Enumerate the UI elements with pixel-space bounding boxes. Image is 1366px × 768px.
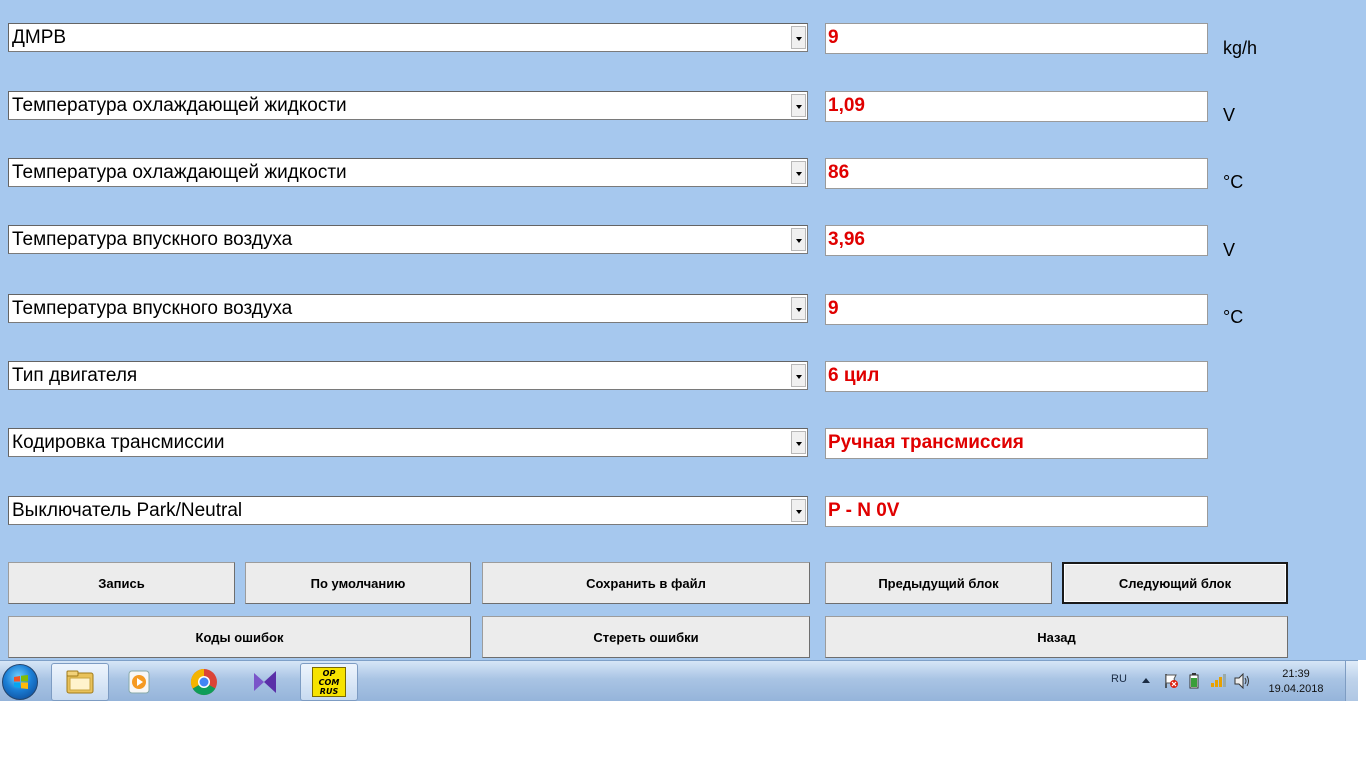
opcom-icon-line: RUS bbox=[319, 687, 339, 696]
action-center-flag-icon[interactable] bbox=[1163, 673, 1179, 689]
parameter-select-text: Температура охлаждающей жидкости bbox=[12, 162, 347, 183]
parameter-select-text: Выключатель Park/Neutral bbox=[12, 500, 243, 521]
parameter-value-text: P - N 0V bbox=[828, 500, 900, 521]
parameter-select[interactable]: Выключатель Park/Neutral bbox=[8, 496, 808, 525]
parameter-value-text: 6 цил bbox=[828, 365, 880, 386]
parameter-unit: kg/h bbox=[1223, 38, 1258, 58]
parameter-unit: °C bbox=[1223, 172, 1244, 192]
parameter-unit: V bbox=[1223, 240, 1236, 260]
parameter-value: 86 bbox=[825, 158, 1208, 189]
parameter-value: 6 цил bbox=[825, 361, 1208, 392]
chevron-down-icon[interactable] bbox=[791, 161, 806, 184]
parameter-select[interactable]: Тип двигателя bbox=[8, 361, 808, 390]
media-player-icon bbox=[128, 670, 150, 694]
chevron-down-icon[interactable] bbox=[791, 499, 806, 522]
parameter-select[interactable]: Температура впускного воздуха bbox=[8, 294, 808, 323]
file-explorer-icon bbox=[66, 670, 94, 694]
chevron-down-icon[interactable] bbox=[791, 94, 806, 117]
parameter-value: 9 bbox=[825, 294, 1208, 325]
chevron-down-icon[interactable] bbox=[791, 26, 806, 49]
volume-icon[interactable] bbox=[1234, 673, 1252, 689]
opcom-icon-line: OP bbox=[322, 669, 336, 678]
taskbar: OP COM RUS RU 21:39 19.04.2018 bbox=[0, 660, 1358, 701]
opcom-window: ДМРВ 9 kg/h Температура охлаждающей жидк… bbox=[0, 0, 1366, 660]
chevron-down-icon[interactable] bbox=[791, 364, 806, 387]
parameter-select-text: Температура охлаждающей жидкости bbox=[12, 95, 347, 116]
clock-time: 21:39 bbox=[1282, 668, 1310, 680]
parameter-value-text: 1,09 bbox=[828, 95, 865, 116]
chrome-icon bbox=[190, 668, 217, 696]
parameter-value-text: 86 bbox=[828, 162, 850, 183]
language-indicator[interactable]: RU bbox=[1111, 673, 1127, 685]
default-button[interactable]: По умолчанию bbox=[245, 562, 471, 604]
parameter-value-text: 9 bbox=[828, 298, 839, 319]
opcom-icon: OP COM RUS bbox=[312, 667, 346, 697]
parameter-value: 1,09 bbox=[825, 91, 1208, 122]
opcom-icon-line: COM bbox=[318, 678, 340, 687]
windows-logo-icon bbox=[14, 675, 28, 689]
parameter-select[interactable]: Температура охлаждающей жидкости bbox=[8, 158, 808, 187]
network-signal-icon[interactable] bbox=[1210, 673, 1228, 687]
chevron-down-icon[interactable] bbox=[791, 431, 806, 454]
chevron-down-icon[interactable] bbox=[791, 297, 806, 320]
parameter-unit: V bbox=[1223, 105, 1236, 125]
taskbar-chrome[interactable] bbox=[175, 663, 233, 701]
back-button[interactable]: Назад bbox=[825, 616, 1288, 658]
chevron-down-icon[interactable] bbox=[791, 228, 806, 251]
taskbar-media-player[interactable] bbox=[110, 663, 168, 701]
parameter-value: Ручная трансмиссия bbox=[825, 428, 1208, 459]
taskbar-visual-studio[interactable] bbox=[236, 663, 294, 701]
clear-errors-button[interactable]: Стереть ошибки bbox=[482, 616, 810, 658]
parameter-value: P - N 0V bbox=[825, 496, 1208, 527]
taskbar-file-explorer[interactable] bbox=[51, 663, 109, 701]
parameter-select-text: Тип двигателя bbox=[12, 365, 138, 386]
visual-studio-icon bbox=[254, 671, 276, 693]
parameter-select-text: Температура впускного воздуха bbox=[12, 298, 293, 319]
parameter-select[interactable]: Кодировка трансмиссии bbox=[8, 428, 808, 457]
clock-date: 19.04.2018 bbox=[1268, 683, 1324, 695]
parameter-select[interactable]: Температура охлаждающей жидкости bbox=[8, 91, 808, 120]
parameter-unit: °C bbox=[1223, 307, 1244, 327]
taskbar-opcom[interactable]: OP COM RUS bbox=[300, 663, 358, 701]
parameter-value: 3,96 bbox=[825, 225, 1208, 256]
clock[interactable]: 21:39 19.04.2018 bbox=[1266, 667, 1326, 697]
parameter-select-text: Кодировка трансмиссии bbox=[12, 432, 225, 453]
show-desktop-button[interactable] bbox=[1345, 661, 1358, 701]
parameter-value-text: 9 bbox=[828, 27, 839, 48]
battery-icon[interactable] bbox=[1189, 673, 1199, 689]
parameter-value: 9 bbox=[825, 23, 1208, 54]
error-codes-button[interactable]: Коды ошибок bbox=[8, 616, 471, 658]
record-button[interactable]: Запись bbox=[8, 562, 235, 604]
parameter-select-text: Температура впускного воздуха bbox=[12, 229, 293, 250]
parameter-select-text: ДМРВ bbox=[12, 27, 67, 48]
parameter-value-text: 3,96 bbox=[828, 229, 865, 250]
previous-block-button[interactable]: Предыдущий блок bbox=[825, 562, 1052, 604]
parameter-select[interactable]: Температура впускного воздуха bbox=[8, 225, 808, 254]
start-button[interactable] bbox=[2, 664, 38, 700]
save-to-file-button[interactable]: Сохранить в файл bbox=[482, 562, 810, 604]
show-hidden-icons-icon[interactable] bbox=[1142, 677, 1150, 683]
parameter-select[interactable]: ДМРВ bbox=[8, 23, 808, 52]
parameter-value-text: Ручная трансмиссия bbox=[828, 432, 1024, 453]
next-block-button[interactable]: Следующий блок bbox=[1062, 562, 1288, 604]
